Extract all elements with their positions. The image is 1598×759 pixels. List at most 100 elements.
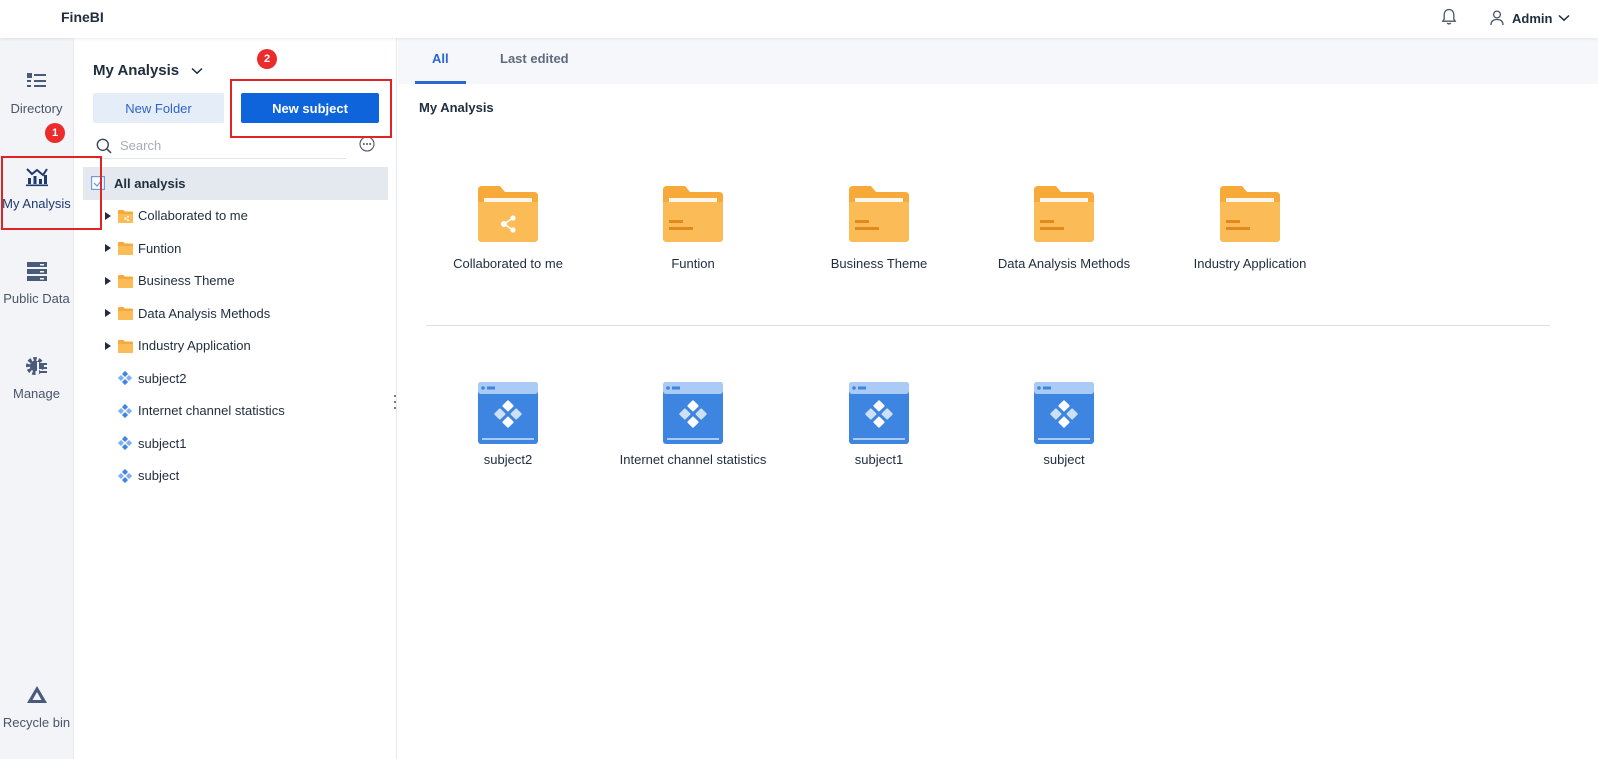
tree-label: subject2 [138,370,187,386]
user-menu[interactable]: Admin [1490,8,1570,28]
database-icon [26,262,47,281]
caret-right-icon[interactable] [104,244,112,252]
tree-label: Funtion [138,240,182,256]
user-icon [1490,10,1504,26]
tree-row-subject[interactable]: subject [83,460,388,493]
subject-icon [118,371,132,385]
tree-label: All analysis [114,175,186,191]
rail-label: Public Data [3,291,70,306]
folder-tile[interactable]: Funtion [603,186,783,271]
subject-icon [849,382,909,444]
more-options-icon[interactable] [359,136,375,152]
user-name: Admin [1512,10,1553,26]
tile-label: subject2 [483,452,533,467]
tree-row-subject[interactable]: subject1 [83,427,388,460]
rail-item-manage[interactable]: Manage [0,355,73,425]
folder-icon [663,186,723,242]
tree-row-folder[interactable]: Business Theme [83,265,388,298]
rail-label: Recycle bin [2,715,71,730]
tree-label: Collaborated to me [138,208,248,224]
caret-right-icon[interactable] [104,309,112,317]
folder-icon [1220,186,1280,242]
folder-icon [118,307,133,320]
subject-tile[interactable]: subject1 [789,382,969,467]
tile-label: subject [1043,452,1085,467]
tile-label: Business Theme [830,256,928,271]
section-title: My Analysis [419,100,494,115]
tile-label: Collaborated to me [453,256,563,271]
caret-right-icon[interactable] [104,276,112,285]
subject-icon [118,469,132,483]
rail-label: Directory [10,101,63,116]
rail-item-public-data[interactable]: Public Data [0,260,73,330]
section-divider [426,325,1550,326]
caret-right-icon[interactable] [104,211,112,220]
subject-icon [663,382,723,444]
rail-label: Manage [13,386,60,401]
tab-bar: All Last edited [398,38,1598,84]
tree-label: Business Theme [138,273,235,289]
tree-label: subject [138,468,180,484]
panel-title-text: My Analysis [93,62,180,79]
step-badge-2: 2 [257,49,277,69]
notification-bell-icon[interactable] [1441,8,1457,26]
analysis-panel: My Analysis New Folder New subject All a… [74,38,397,759]
subject-icon [1034,382,1094,444]
subject-tile[interactable]: subject2 [418,382,598,467]
tree-row-folder[interactable]: Data Analysis Methods [83,297,388,330]
analysis-tree: All analysis Collaborated to me Funtion … [83,167,388,492]
caret-right-icon[interactable] [104,341,112,350]
search-input[interactable] [120,138,330,153]
subject-tile[interactable]: Internet channel statistics [603,382,783,467]
tile-label: Industry Application [1193,256,1307,271]
subject-icon [118,404,132,418]
top-bar: FineBI Admin [0,0,1598,38]
tile-label: Data Analysis Methods [997,256,1131,271]
tile-label: Funtion [671,256,715,271]
gear-icon [25,357,47,375]
main-content: All Last edited My Analysis Collaborated… [398,38,1598,759]
folder-icon [118,275,133,288]
subject-tile[interactable]: subject [974,382,1154,467]
panel-title[interactable]: My Analysis [93,62,203,79]
tile-label: Internet channel statistics [619,452,767,467]
folder-icon [1034,186,1094,242]
folder-icon [118,340,133,353]
tree-label: Internet channel statistics [138,403,285,419]
subject-icon [118,436,132,450]
recycle-icon [26,686,47,703]
tree-row-folder[interactable]: Collaborated to me [83,200,388,233]
tree-row-folder[interactable]: Funtion [83,232,388,265]
tile-label: subject1 [854,452,904,467]
left-nav-rail: Directory My Analysis Public Data Manage [0,38,74,759]
tab-last-edited[interactable]: Last edited [500,51,569,66]
chevron-down-icon [1558,14,1570,22]
chevron-down-icon [191,67,203,74]
tree-label: Data Analysis Methods [138,305,271,321]
folder-icon [118,242,133,255]
active-tab-indicator [415,81,466,84]
rail-item-recycle-bin[interactable]: Recycle bin [0,684,73,754]
step-badge-1: 1 [45,123,65,143]
shared-folder-icon [478,186,538,242]
tree-row-subject[interactable]: Internet channel statistics [83,395,388,428]
tree-row-subject[interactable]: subject2 [83,362,388,395]
folder-tile[interactable]: Business Theme [789,186,969,271]
app-logo[interactable]: FineBI [61,9,104,25]
tree-row-all-analysis[interactable]: All analysis [83,167,388,200]
directory-icon [26,73,46,87]
shared-folder-icon [118,210,133,223]
tree-label: Industry Application [138,338,251,354]
tree-row-folder[interactable]: Industry Application [83,330,388,363]
highlight-box-my-analysis [1,156,102,230]
new-folder-button[interactable]: New Folder [93,93,224,123]
subject-icon [478,382,538,444]
folder-tile[interactable]: Collaborated to me [418,186,598,271]
tab-all[interactable]: All [432,51,449,66]
folder-tile[interactable]: Industry Application [1160,186,1340,271]
tree-label: subject1 [138,435,187,451]
search-icon [96,138,112,154]
folder-tile[interactable]: Data Analysis Methods [974,186,1154,271]
folder-icon [849,186,909,242]
highlight-box-new-subject [230,79,392,138]
